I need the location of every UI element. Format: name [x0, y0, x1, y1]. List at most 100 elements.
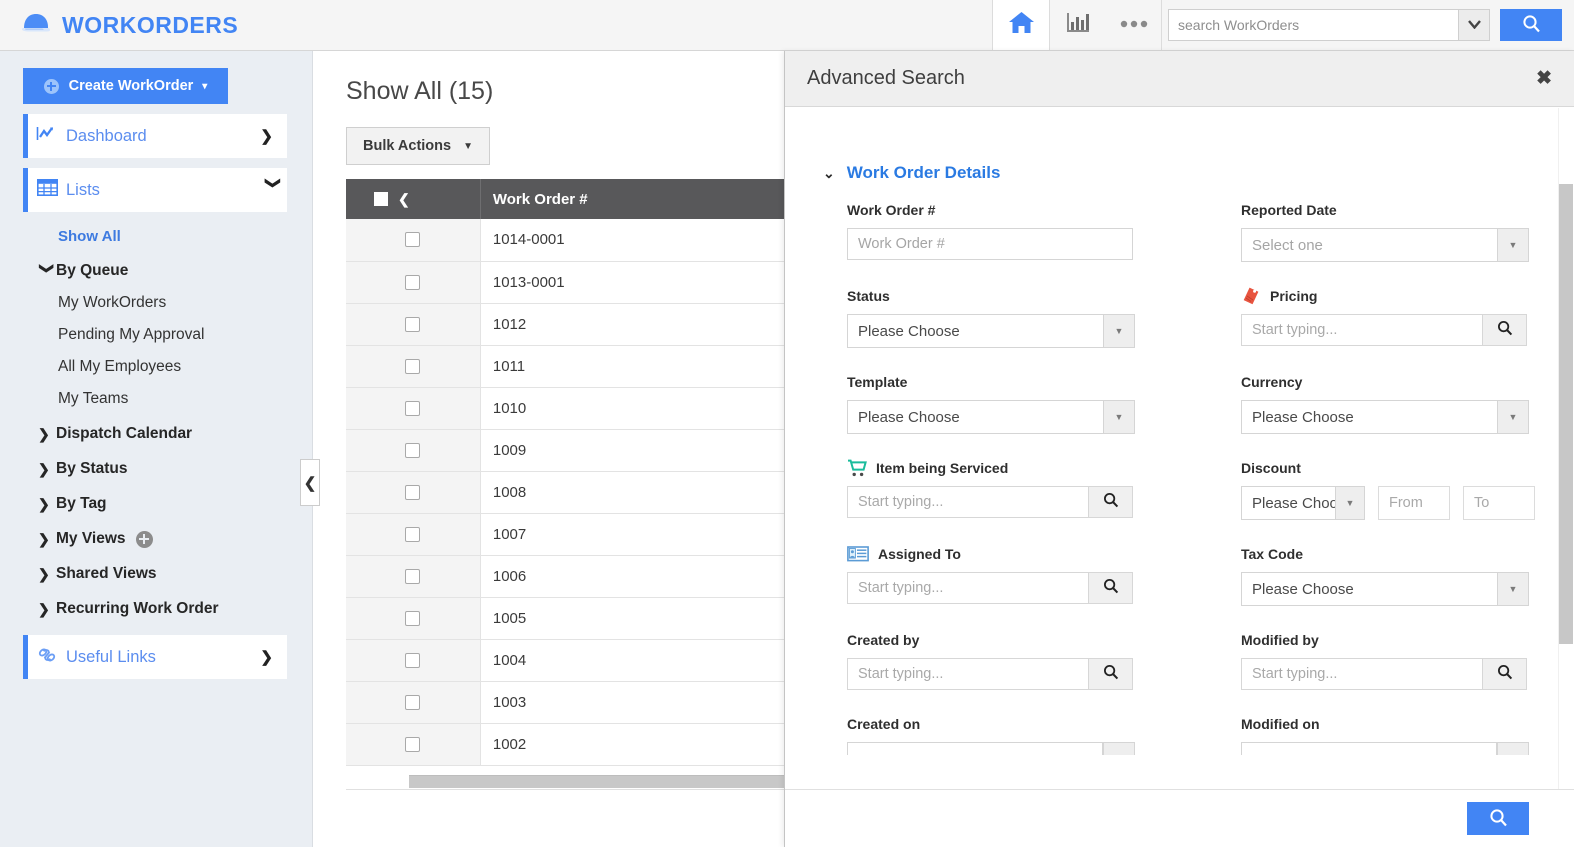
row-checkbox[interactable]: [405, 232, 421, 248]
row-checkbox[interactable]: [405, 400, 421, 416]
row-select-cell[interactable]: [346, 597, 481, 640]
row-select-cell[interactable]: [346, 429, 481, 472]
chevron-down-icon: ⌄: [823, 164, 835, 181]
chevron-left-icon[interactable]: ❮: [398, 191, 410, 208]
row-checkbox[interactable]: [405, 484, 421, 500]
item-being-serviced-input[interactable]: [847, 486, 1088, 518]
chevron-right-icon: ❯: [38, 600, 50, 617]
advanced-search-submit-button[interactable]: [1467, 802, 1529, 835]
search-input[interactable]: [1168, 9, 1458, 41]
reported-date-select[interactable]: Select one ▼: [1241, 228, 1529, 262]
search-scope-dropdown[interactable]: [1458, 9, 1490, 41]
row-select-cell[interactable]: [346, 303, 481, 346]
caret-down-icon[interactable]: ▼: [1497, 572, 1529, 606]
sidebar-item-all-my-employees[interactable]: All My Employees: [58, 358, 312, 376]
caret-down-icon[interactable]: ▼: [1103, 400, 1135, 434]
row-select-cell[interactable]: [346, 555, 481, 598]
caret-down-icon[interactable]: ▼: [1497, 400, 1529, 434]
caret-down-icon[interactable]: ▼: [1103, 314, 1135, 348]
close-icon[interactable]: ✖: [1536, 67, 1552, 90]
row-checkbox[interactable]: [405, 316, 421, 332]
assigned-to-search-button[interactable]: [1088, 572, 1133, 604]
sidebar-group-recurring-work-order[interactable]: ❯ Recurring Work Order: [38, 600, 312, 618]
sidebar-item-lists[interactable]: Lists ❯: [23, 168, 287, 212]
panel-scrollbar-thumb[interactable]: [1559, 184, 1573, 644]
work-order-no-input[interactable]: [847, 228, 1133, 260]
row-checkbox[interactable]: [405, 442, 421, 458]
caret-down-icon[interactable]: ▼: [1497, 228, 1529, 262]
sidebar-group-by-status[interactable]: ❯ By Status: [38, 460, 312, 478]
row-checkbox[interactable]: [405, 652, 421, 668]
discount-to-input[interactable]: [1463, 486, 1535, 520]
sidebar-group-my-views[interactable]: ❯ My Views: [38, 530, 312, 548]
row-select-cell[interactable]: [346, 387, 481, 430]
field-label: Template: [847, 374, 908, 390]
assigned-to-input[interactable]: [847, 572, 1088, 604]
sidebar-group-dispatch-calendar[interactable]: ❯ Dispatch Calendar: [38, 425, 312, 443]
pricing-input[interactable]: [1241, 314, 1482, 346]
section-work-order-details[interactable]: ⌄ Work Order Details: [823, 163, 1574, 183]
link-icon: [28, 647, 66, 668]
chevron-right-icon: ❯: [38, 460, 50, 477]
field-label: Modified by: [1241, 632, 1319, 648]
search-submit-button[interactable]: [1500, 9, 1562, 41]
row-checkbox[interactable]: [405, 568, 421, 584]
add-view-icon[interactable]: [135, 530, 153, 548]
sidebar-group-shared-views[interactable]: ❯ Shared Views: [38, 565, 312, 583]
reports-button[interactable]: [1050, 0, 1106, 50]
chevron-right-icon: ❯: [38, 530, 50, 547]
more-menu-button[interactable]: [1106, 0, 1162, 50]
bulk-actions-button[interactable]: Bulk Actions ▼: [346, 127, 490, 165]
discount-from-input[interactable]: [1378, 486, 1450, 520]
row-select-cell[interactable]: [346, 261, 481, 304]
row-select-cell[interactable]: [346, 639, 481, 682]
sidebar-item-pending-my-approval[interactable]: Pending My Approval: [58, 326, 312, 344]
caret-down-icon[interactable]: ▼: [1335, 486, 1365, 520]
field-label: Work Order #: [847, 202, 936, 218]
sidebar-item-dashboard[interactable]: Dashboard ❯: [23, 114, 287, 158]
caret-down-icon[interactable]: [1497, 742, 1529, 755]
created-on-select[interactable]: [847, 742, 1135, 755]
column-select-all[interactable]: ❮: [346, 179, 481, 219]
row-select-cell[interactable]: [346, 681, 481, 724]
sidebar-item-my-teams[interactable]: My Teams: [58, 390, 312, 408]
modified-by-search-button[interactable]: [1482, 658, 1527, 690]
sidebar-item-my-workorders[interactable]: My WorkOrders: [58, 294, 312, 312]
status-select[interactable]: Please Choose ▼: [847, 314, 1135, 348]
create-workorder-button[interactable]: Create WorkOrder ▾: [23, 68, 228, 104]
select-all-checkbox[interactable]: [374, 192, 388, 206]
field-label: Created by: [847, 632, 920, 648]
row-select-cell[interactable]: [346, 723, 481, 766]
home-button[interactable]: [992, 0, 1050, 50]
panel-scrollbar-track[interactable]: [1558, 108, 1574, 789]
sidebar-group-by-queue[interactable]: ❯ By Queue: [38, 262, 312, 280]
row-checkbox[interactable]: [405, 610, 421, 626]
brand[interactable]: WORKORDERS: [0, 12, 238, 39]
discount-type-select[interactable]: Please Choo ▼: [1241, 486, 1365, 520]
row-checkbox[interactable]: [405, 526, 421, 542]
template-select[interactable]: Please Choose ▼: [847, 400, 1135, 434]
row-checkbox[interactable]: [405, 736, 421, 752]
caret-down-icon[interactable]: [1103, 742, 1135, 755]
row-checkbox[interactable]: [405, 358, 421, 374]
modified-by-input[interactable]: [1241, 658, 1482, 690]
search-icon: [1103, 578, 1119, 599]
modified-on-select[interactable]: [1241, 742, 1529, 755]
sidebar-item-show-all[interactable]: Show All: [58, 228, 312, 245]
item-search-button[interactable]: [1088, 486, 1133, 518]
created-by-search-button[interactable]: [1088, 658, 1133, 690]
row-select-cell[interactable]: [346, 219, 481, 262]
field-label: Modified on: [1241, 716, 1320, 732]
row-checkbox[interactable]: [405, 694, 421, 710]
row-checkbox[interactable]: [405, 274, 421, 290]
tax-code-select[interactable]: Please Choose ▼: [1241, 572, 1529, 606]
row-select-cell[interactable]: [346, 345, 481, 388]
pricing-search-button[interactable]: [1482, 314, 1527, 346]
sidebar-group-by-tag[interactable]: ❯ By Tag: [38, 495, 312, 513]
currency-select[interactable]: Please Choose ▼: [1241, 400, 1529, 434]
sidebar-collapse-handle[interactable]: ❮: [300, 459, 320, 506]
sidebar-item-useful-links[interactable]: Useful Links ❯: [23, 635, 287, 679]
row-select-cell[interactable]: [346, 513, 481, 556]
created-by-input[interactable]: [847, 658, 1088, 690]
row-select-cell[interactable]: [346, 471, 481, 514]
